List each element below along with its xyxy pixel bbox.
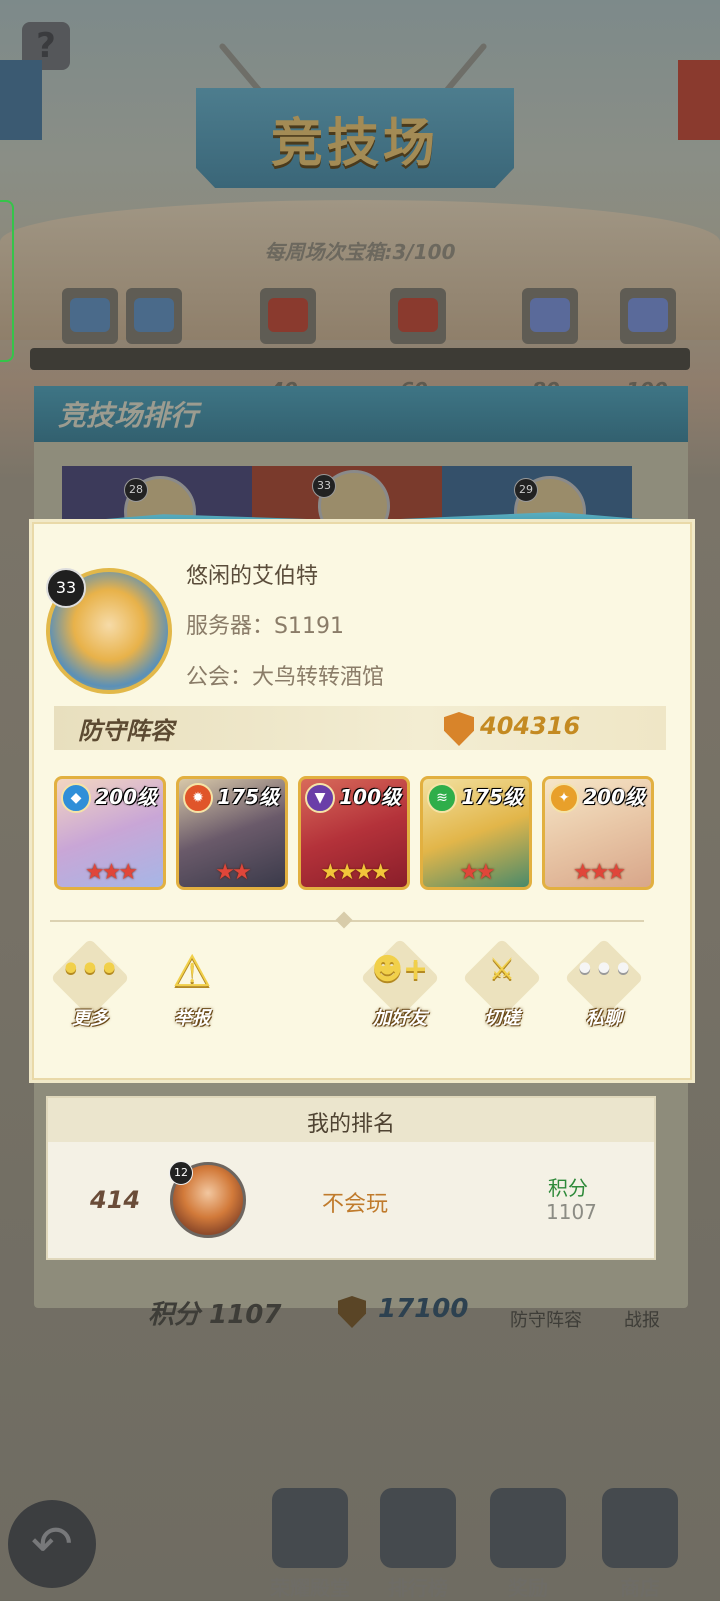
defense-lineup-button[interactable]: 防守阵容 (510, 1306, 582, 1332)
ranking-panel-header: 竞技场排行 (34, 386, 688, 442)
chest-button[interactable] (522, 288, 578, 344)
hero-level: 200级 (95, 785, 157, 809)
chest-progress-bar (30, 348, 690, 370)
hero-stars: ★★ (459, 860, 495, 885)
my-info-bar: 积分 1107 17100 防守阵容 战报 (0, 1288, 720, 1368)
back-button[interactable]: ↶ (8, 1500, 96, 1588)
hero-stars: ★★★ (84, 860, 138, 885)
add-friend-icon: ☻+ (371, 952, 429, 987)
crossed-swords-icon: ⚔ (488, 952, 516, 987)
hero-stars: ★★★ (572, 860, 626, 885)
defense-lineup-header: 防守阵容 404316 (54, 706, 666, 750)
weekly-chest-count: 每周场次宝箱:3/100 (264, 240, 456, 264)
more-button[interactable]: ••• 更多 (50, 938, 130, 1032)
my-rank-card: 我的排名 414 12 不会玩 积分 1107 (46, 1096, 656, 1260)
wind-icon: ≋ (427, 783, 457, 813)
hero-card[interactable]: ▼ 100级 ★★★★ (298, 776, 410, 890)
dark-icon: ▼ (305, 783, 335, 813)
hall-of-fame-label: 荣耀殿堂 (270, 1576, 350, 1600)
chest-button[interactable] (126, 288, 182, 344)
purple-chest-icon (530, 298, 570, 332)
arena-title-banner: 竞技场 (196, 88, 514, 188)
red-chest-icon (268, 298, 308, 332)
defense-power: 404316 (480, 712, 581, 740)
report-label: 举报 (174, 1008, 210, 1029)
hero-level: 100级 (339, 785, 401, 809)
hero-stars: ★★ (215, 860, 251, 885)
my-score-label: 积分 (548, 1176, 588, 1200)
hero-card[interactable]: ◆ 200级 ★★★ (54, 776, 166, 890)
popup-divider (50, 911, 644, 929)
my-power: 17100 (378, 1294, 469, 1324)
more-label: 更多 (72, 1008, 108, 1029)
chat-button[interactable]: ••• 私聊 (564, 938, 644, 1032)
chest-button[interactable] (390, 288, 446, 344)
chest-button[interactable] (620, 288, 676, 344)
my-score-value: 1107 (546, 1200, 597, 1224)
rewards-label: 奖励 (508, 1576, 548, 1600)
hero-card[interactable]: ✹ 175级 ★★ (176, 776, 288, 890)
water-icon: ◆ (61, 783, 91, 813)
blue-chest-icon (134, 298, 174, 332)
shop-label: 商店 (620, 1576, 660, 1600)
shop-button[interactable] (602, 1488, 678, 1568)
my-level-badge: 12 (169, 1161, 193, 1185)
hall-of-fame-button[interactable] (272, 1488, 348, 1568)
battle-report-button[interactable]: 战报 (624, 1306, 660, 1332)
power-shield-icon (444, 712, 474, 746)
ranking-panel-title: 竞技场排行 (58, 399, 199, 432)
player-name: 悠闲的艾伯特 (186, 564, 319, 589)
hero-level: 175级 (217, 785, 279, 809)
hero-stars: ★★★★ (320, 860, 391, 885)
add-friend-button[interactable]: ☻+ 加好友 (360, 938, 440, 1032)
chat-label: 私聊 (586, 1008, 622, 1029)
spar-label: 切磋 (484, 1008, 520, 1029)
blue-chest-icon (70, 298, 110, 332)
hero-card[interactable]: ✦ 200级 ★★★ (542, 776, 654, 890)
red-chest-icon (398, 298, 438, 332)
fire-icon: ✹ (183, 783, 213, 813)
side-tab[interactable] (0, 200, 14, 362)
add-friend-label: 加好友 (373, 1008, 427, 1029)
my-name: 不会玩 (322, 1192, 389, 1217)
more-icon: ••• (61, 952, 119, 987)
left-flag-icon (0, 60, 42, 140)
chest-button[interactable] (62, 288, 118, 344)
defense-lineup-title: 防守阵容 (78, 717, 174, 745)
light-icon: ✦ (549, 783, 579, 813)
player-avatar: 33 (46, 568, 172, 694)
my-rank-header: 我的排名 (48, 1098, 654, 1142)
my-rank-title: 我的排名 (306, 1112, 395, 1137)
purple-chest-icon (628, 298, 668, 332)
my-score: 积分 1107 (148, 1300, 282, 1330)
player-level-badge: 33 (46, 568, 86, 608)
level-badge: 29 (514, 478, 538, 502)
level-badge: 28 (124, 478, 148, 502)
hero-level: 175级 (461, 785, 523, 809)
leaderboard-label: 排行榜 (388, 1576, 448, 1600)
leaderboard-button[interactable] (380, 1488, 456, 1568)
level-badge: 33 (312, 474, 336, 498)
warning-icon: ⚠ (172, 946, 212, 997)
hero-level: 200级 (583, 785, 645, 809)
player-server: 服务器：S1191 (186, 614, 344, 639)
report-button[interactable]: ⚠ 举报 (152, 946, 232, 1032)
chat-bubble-icon: ••• (575, 952, 633, 987)
my-rank-number: 414 (90, 1186, 141, 1214)
my-avatar[interactable]: 12 (169, 1161, 246, 1238)
chest-button[interactable] (260, 288, 316, 344)
spar-button[interactable]: ⚔ 切磋 (462, 938, 542, 1032)
right-flag-icon (678, 60, 720, 140)
arena-title: 竞技场 (270, 113, 439, 174)
hero-card[interactable]: ≋ 175级 ★★ (420, 776, 532, 890)
player-guild: 公会：大鸟转转酒馆 (186, 665, 385, 690)
rewards-button[interactable] (490, 1488, 566, 1568)
power-shield-icon (338, 1296, 366, 1328)
